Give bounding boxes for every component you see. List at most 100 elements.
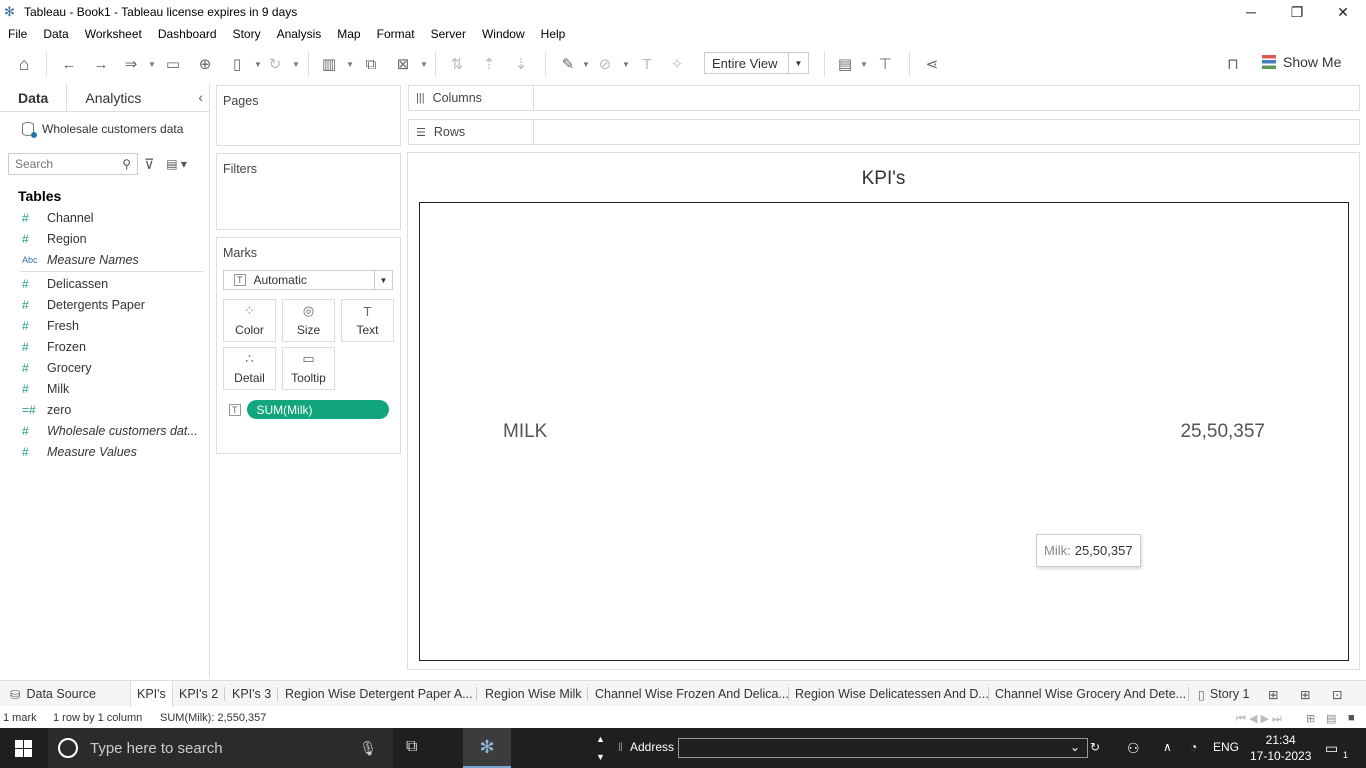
new-dashboard-tab-icon[interactable]: ⊞ (1294, 681, 1316, 707)
text-button[interactable]: T Text (341, 299, 394, 342)
new-worksheet-dropdown-icon[interactable]: ▼ (346, 60, 354, 69)
menu-help[interactable]: Help (541, 27, 566, 41)
windows-start-icon[interactable] (15, 740, 32, 757)
viz-area[interactable]: MILK 25,50,357 Milk: 25,50,357 (419, 202, 1349, 661)
address-refresh-icon[interactable]: ↻ (1090, 740, 1100, 754)
field-measure-names[interactable]: Abc Measure Names (0, 249, 209, 270)
refresh-dropdown-icon[interactable]: ▼ (292, 60, 300, 69)
format-painter-icon[interactable]: ⊓ (1222, 53, 1244, 75)
detail-button[interactable]: ∴ Detail (223, 347, 276, 390)
menu-story[interactable]: Story (233, 27, 261, 41)
filmstrip-icon[interactable]: ▤ (1326, 712, 1336, 725)
highlight-icon[interactable]: ✎ (557, 53, 579, 75)
view-options-icon[interactable]: ▤ ▾ (166, 157, 187, 171)
tab-kpis-2[interactable]: KPI's 2 (173, 681, 224, 707)
sum-milk-pill[interactable]: SUM(Milk) (246, 400, 389, 419)
tab-story-1[interactable]: ▯ Story 1 (1192, 681, 1256, 707)
menu-data[interactable]: Data (43, 27, 68, 41)
field-detergents-paper[interactable]: # Detergents Paper (0, 294, 209, 315)
field-zero[interactable]: =# zero (0, 399, 209, 420)
field-channel[interactable]: # Channel (0, 207, 209, 228)
notifications-icon[interactable]: ▭ (1325, 740, 1338, 757)
mark-type-select[interactable]: T Automatic ▼ (223, 270, 393, 290)
sheet-sorter-icon[interactable]: ⊞ (1306, 712, 1315, 725)
undo-icon[interactable]: ← (58, 53, 80, 75)
menu-analysis[interactable]: Analysis (277, 27, 322, 41)
field-delicassen[interactable]: # Delicassen (0, 273, 209, 294)
minimize-button[interactable]: ─ (1228, 0, 1274, 24)
microphone-icon[interactable]: 🎙 (359, 740, 377, 757)
clear-dropdown-icon[interactable]: ▼ (420, 60, 428, 69)
people-icon[interactable]: ⚇ (1127, 740, 1140, 757)
fix-axes-icon[interactable]: ✧ (666, 53, 688, 75)
replay-dropdown-icon[interactable]: ▼ (148, 60, 156, 69)
close-button[interactable]: ✕ (1320, 0, 1366, 24)
field-record-count[interactable]: # Wholesale customers dat... (0, 420, 209, 441)
show-labels-icon[interactable]: T (636, 53, 658, 75)
tab-kpis-3[interactable]: KPI's 3 (226, 681, 277, 707)
new-datasource-icon[interactable]: ⊕ (194, 53, 216, 75)
tab-data-source[interactable]: ⛁ Data Source (4, 681, 102, 707)
pause-dropdown-icon[interactable]: ▼ (254, 60, 262, 69)
tableau-taskbar-icon[interactable]: ✻ (463, 728, 511, 768)
language-indicator[interactable]: ENG (1213, 740, 1239, 754)
highlight-dropdown-icon[interactable]: ▼ (582, 60, 590, 69)
home-icon[interactable]: ⌂ (13, 53, 35, 75)
filters-card[interactable]: Filters (216, 153, 401, 230)
datasource-item[interactable]: Wholesale customers data (22, 119, 209, 139)
menu-file[interactable]: File (8, 27, 27, 41)
new-story-tab-icon[interactable]: ⊡ (1326, 681, 1348, 707)
fit-view-select[interactable]: Entire View ▼ (704, 52, 809, 74)
sort-descending-icon[interactable]: ⇣ (510, 53, 532, 75)
tab-kpis[interactable]: KPI's (130, 681, 173, 707)
menu-map[interactable]: Map (337, 27, 360, 41)
address-dropdown-icon[interactable]: ⌄ (1070, 740, 1080, 754)
task-view-icon[interactable]: ⧉ (406, 738, 417, 756)
field-frozen[interactable]: # Frozen (0, 336, 209, 357)
chevron-down-icon[interactable]: ▼ (374, 271, 392, 289)
wifi-icon[interactable]: ◔ (1190, 740, 1197, 754)
tab-analytics[interactable]: Analytics (67, 84, 159, 111)
pause-updates-icon[interactable]: ▯ (226, 53, 248, 75)
menu-worksheet[interactable]: Worksheet (85, 27, 142, 41)
save-icon[interactable]: ▭ (162, 53, 184, 75)
new-worksheet-icon[interactable]: ▥ (318, 53, 340, 75)
menu-window[interactable]: Window (482, 27, 525, 41)
duplicate-icon[interactable]: ⧉ (360, 53, 382, 75)
sort-ascending-icon[interactable]: ⇡ (478, 53, 500, 75)
show-cards-icon[interactable]: ▤ (834, 53, 856, 75)
group-dropdown-icon[interactable]: ▼ (622, 60, 630, 69)
system-clock[interactable]: 21:34 17-10-2023 (1250, 732, 1311, 764)
collapse-pane-icon[interactable]: ‹ (198, 89, 203, 105)
kpi-value[interactable]: 25,50,357 (1180, 421, 1265, 443)
tooltip-button[interactable]: ▭ Tooltip (282, 347, 335, 390)
maximize-button[interactable]: ❐ (1274, 0, 1320, 24)
taskbar-search[interactable]: Type here to search 🎙 (48, 728, 393, 768)
presentation-icon[interactable]: ⊤ (874, 53, 896, 75)
redo-icon[interactable]: → (90, 53, 112, 75)
columns-shelf[interactable]: ||| Columns (408, 85, 1360, 111)
replay-icon[interactable]: ⇒ (120, 53, 142, 75)
new-worksheet-tab-icon[interactable]: ⊞ (1262, 681, 1284, 707)
share-icon[interactable]: ⋖ (921, 53, 943, 75)
show-cards-dropdown-icon[interactable]: ▼ (860, 60, 868, 69)
tab-region-wise-delicatessen[interactable]: Region Wise Delicatessen And D... (789, 681, 995, 707)
field-measure-values[interactable]: # Measure Values (0, 441, 209, 462)
menu-dashboard[interactable]: Dashboard (158, 27, 217, 41)
swap-icon[interactable]: ⇅ (446, 53, 468, 75)
menu-server[interactable]: Server (431, 27, 466, 41)
tab-channel-wise-grocery[interactable]: Channel Wise Grocery And Dete... (989, 681, 1192, 707)
field-search-input[interactable] (15, 157, 115, 171)
clear-sheet-icon[interactable]: ⊠ (392, 53, 414, 75)
field-region[interactable]: # Region (0, 228, 209, 249)
group-icon[interactable]: ⊘ (594, 53, 616, 75)
filter-icon[interactable]: ⊽ (144, 156, 154, 173)
tray-chevron-icon[interactable]: ∧ (1163, 740, 1172, 754)
size-button[interactable]: ◎ Size (282, 299, 335, 342)
address-input[interactable] (679, 739, 1059, 757)
kpi-label[interactable]: MILK (503, 421, 547, 443)
color-button[interactable]: ⁘ Color (223, 299, 276, 342)
tabs-view-icon[interactable]: ■ (1348, 712, 1355, 724)
sheet-nav-icon[interactable]: ⏮ ◀ ▶ ⏭ (1236, 712, 1282, 726)
rows-shelf[interactable]: ☰ Rows (408, 119, 1360, 145)
